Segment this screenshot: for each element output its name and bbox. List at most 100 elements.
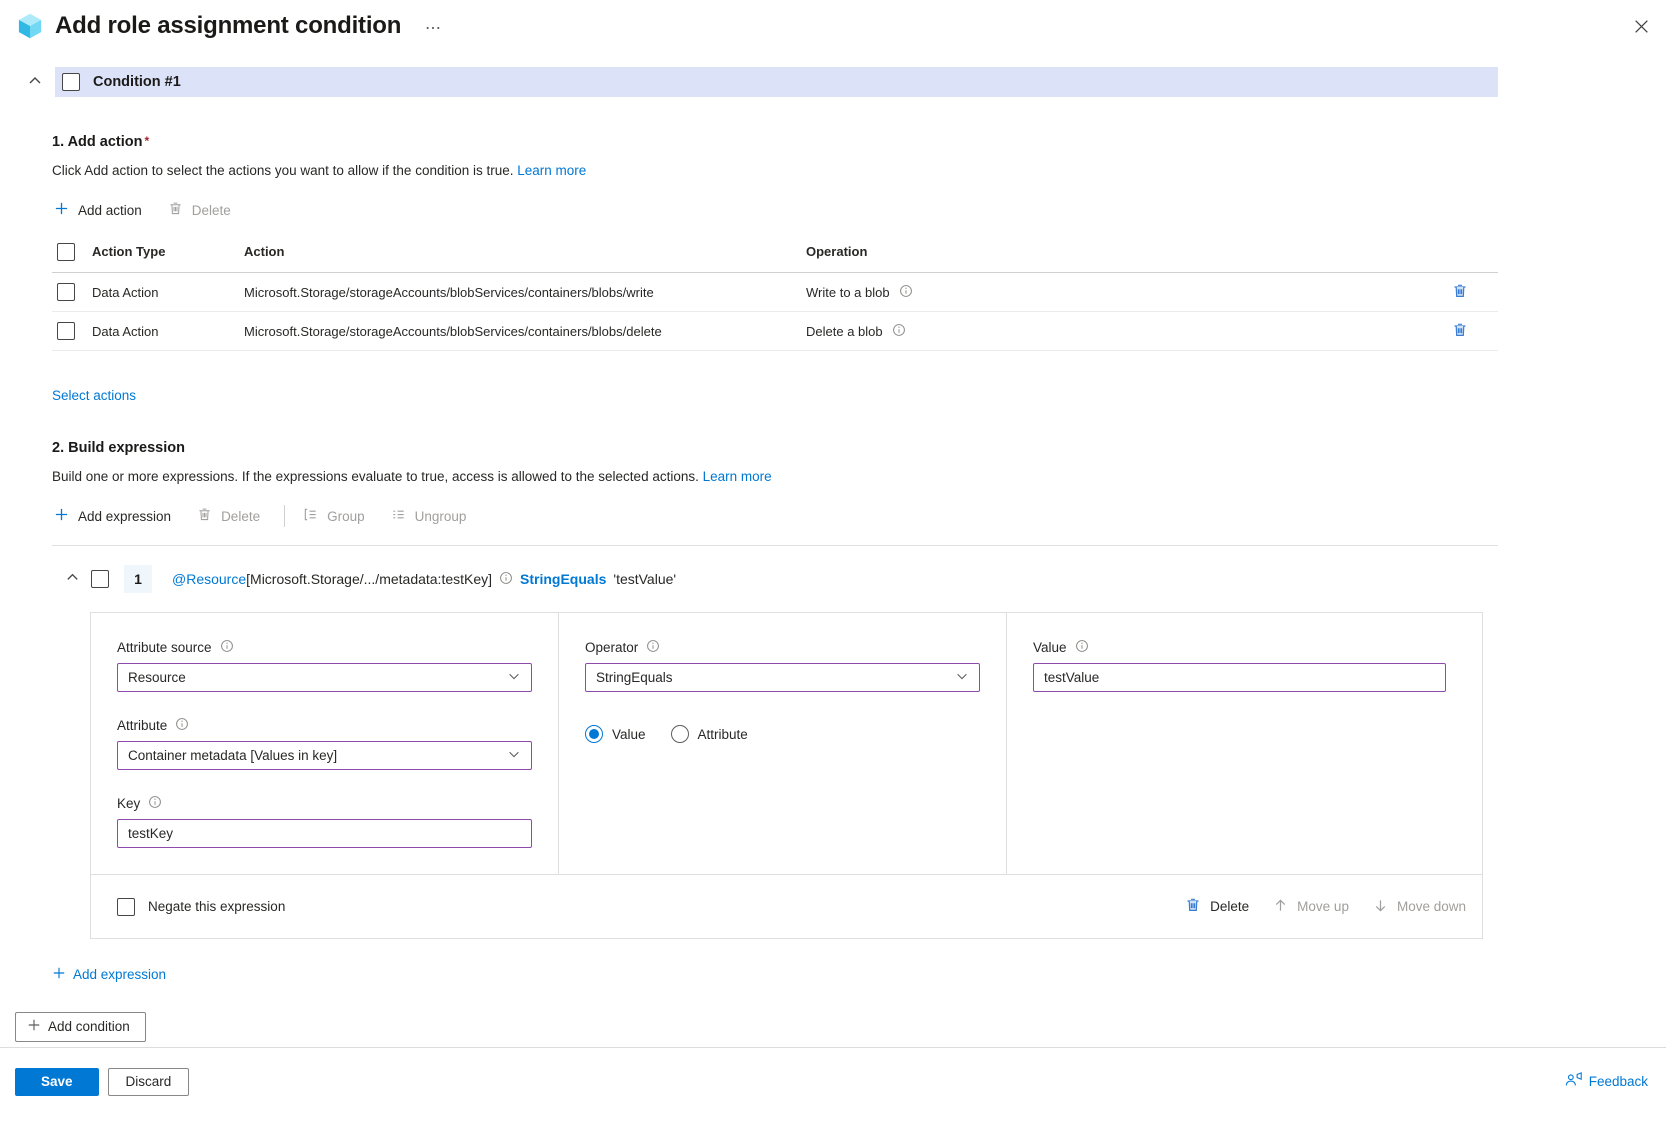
value-field: Value [1033,639,1456,692]
group-button[interactable]: Group [301,503,367,529]
value-label: Value [1033,640,1067,655]
condition-checkbox[interactable] [62,73,80,91]
add-action-heading: 1. Add action* [52,134,1498,150]
info-icon[interactable] [220,639,234,656]
action-type-cell: Data Action [92,285,244,300]
save-button[interactable]: Save [15,1068,99,1096]
value-radio-group[interactable]: Value [585,725,646,743]
table-row[interactable]: Data Action Microsoft.Storage/storageAcc… [52,312,1498,351]
more-ellipsis-icon[interactable] [421,15,445,38]
person-feedback-icon [1565,1072,1583,1090]
info-icon[interactable] [175,717,189,734]
delete-expression-button-label: Delete [221,509,260,524]
expression-builder-card: Attribute source Resource [90,612,1483,939]
row-checkbox[interactable] [57,283,75,301]
delete-row-trash-icon[interactable] [1450,320,1470,343]
move-down-button[interactable]: Move down [1371,894,1468,920]
summary-value: 'testValue' [613,571,676,587]
footer-actions: Save Discard [15,1068,189,1096]
attribute-field: Attribute Container metadata [Values in … [117,717,532,770]
discard-button[interactable]: Discard [108,1068,190,1096]
page-title: Add role assignment condition [55,12,401,40]
negate-expression-control[interactable]: Negate this expression [117,898,285,916]
summary-attribute-path: [Microsoft.Storage/.../metadata:testKey] [246,571,492,587]
info-icon[interactable] [646,639,660,656]
row-checkbox[interactable] [57,322,75,340]
value-radio[interactable] [585,725,603,743]
info-icon[interactable] [892,323,906,340]
value-or-attribute-radio-row: Value Attribute [585,725,980,743]
storage-cube-icon [16,12,44,40]
attribute-radio-group[interactable]: Attribute [671,725,748,743]
column-header-operation: Operation [806,244,1448,259]
operator-dropdown[interactable]: StringEquals [585,663,980,692]
add-expression-link-label: Add expression [73,967,166,982]
feedback-label: Feedback [1589,1074,1648,1089]
delete-expression-row-label: Delete [1210,899,1249,914]
add-action-toolbar: Add action Delete [52,197,1498,223]
chevron-down-icon [955,669,969,686]
attribute-source-dropdown[interactable]: Resource [117,663,532,692]
plus-icon [27,1018,41,1035]
attribute-label: Attribute [117,718,167,733]
condition-bar[interactable]: Condition #1 [55,67,1498,97]
page-header: Add role assignment condition [0,0,1666,40]
add-action-button[interactable]: Add action [52,197,144,223]
negate-expression-checkbox[interactable] [117,898,135,916]
delete-expression-button[interactable]: Delete [195,503,262,529]
group-icon [303,507,318,525]
column-header-action-type: Action Type [92,244,244,259]
delete-action-button[interactable]: Delete [166,197,233,223]
table-row[interactable]: Data Action Microsoft.Storage/storageAcc… [52,273,1498,312]
key-field: Key [117,795,532,848]
add-expression-button[interactable]: Add expression [52,503,173,529]
attribute-source-label: Attribute source [117,640,212,655]
add-condition-button[interactable]: Add condition [15,1012,146,1042]
move-up-label: Move up [1297,899,1349,914]
delete-row-trash-icon[interactable] [1450,281,1470,304]
info-icon[interactable] [148,795,162,812]
delete-expression-row-button[interactable]: Delete [1183,893,1251,920]
add-condition-button-label: Add condition [48,1019,130,1034]
info-icon[interactable] [1075,639,1089,656]
operator-label: Operator [585,640,638,655]
build-expression-heading: 2. Build expression [52,440,1498,456]
build-expression-section: 2. Build expression Build one or more ex… [52,440,1498,939]
plus-icon [54,201,69,219]
info-icon[interactable] [499,571,513,588]
add-expression-button-label: Add expression [78,509,171,524]
add-action-learn-more-link[interactable]: Learn more [517,163,586,178]
attribute-radio[interactable] [671,725,689,743]
chevron-down-icon [507,669,521,686]
build-expression-description-text: Build one or more expressions. If the ex… [52,469,699,484]
feedback-link[interactable]: Feedback [1565,1072,1648,1090]
add-action-description: Click Add action to select the actions y… [52,163,1498,178]
move-down-label: Move down [1397,899,1466,914]
add-expression-link[interactable]: Add expression [52,966,166,983]
expression-checkbox[interactable] [91,570,109,588]
select-all-actions-checkbox[interactable] [57,243,75,261]
action-type-cell: Data Action [92,324,244,339]
move-up-button[interactable]: Move up [1271,894,1351,920]
info-icon[interactable] [899,284,913,301]
trash-icon [197,507,212,525]
arrow-down-icon [1373,898,1388,916]
close-icon[interactable] [1631,16,1652,40]
value-radio-label: Value [612,727,646,742]
condition-collapse-chevron-up-icon[interactable] [26,73,44,91]
condition-title: Condition #1 [93,74,181,90]
required-asterisk: * [145,134,150,148]
key-input[interactable] [118,820,531,847]
value-input[interactable] [1034,664,1445,691]
ungroup-button[interactable]: Ungroup [389,503,469,529]
attribute-dropdown[interactable]: Container metadata [Values in key] [117,741,532,770]
expression-toolbar: Add expression Delete Group [52,503,1498,529]
expression-collapse-chevron-up-icon[interactable] [63,570,81,588]
select-actions-link[interactable]: Select actions [52,388,136,403]
attribute-radio-label: Attribute [698,727,748,742]
expression-summary: @Resource [Microsoft.Storage/.../metadat… [172,571,676,588]
expression-divider [52,545,1498,546]
expression-builder-grid: Attribute source Resource [91,613,1482,874]
build-expression-learn-more-link[interactable]: Learn more [703,469,772,484]
summary-operator: StringEquals [520,571,606,587]
